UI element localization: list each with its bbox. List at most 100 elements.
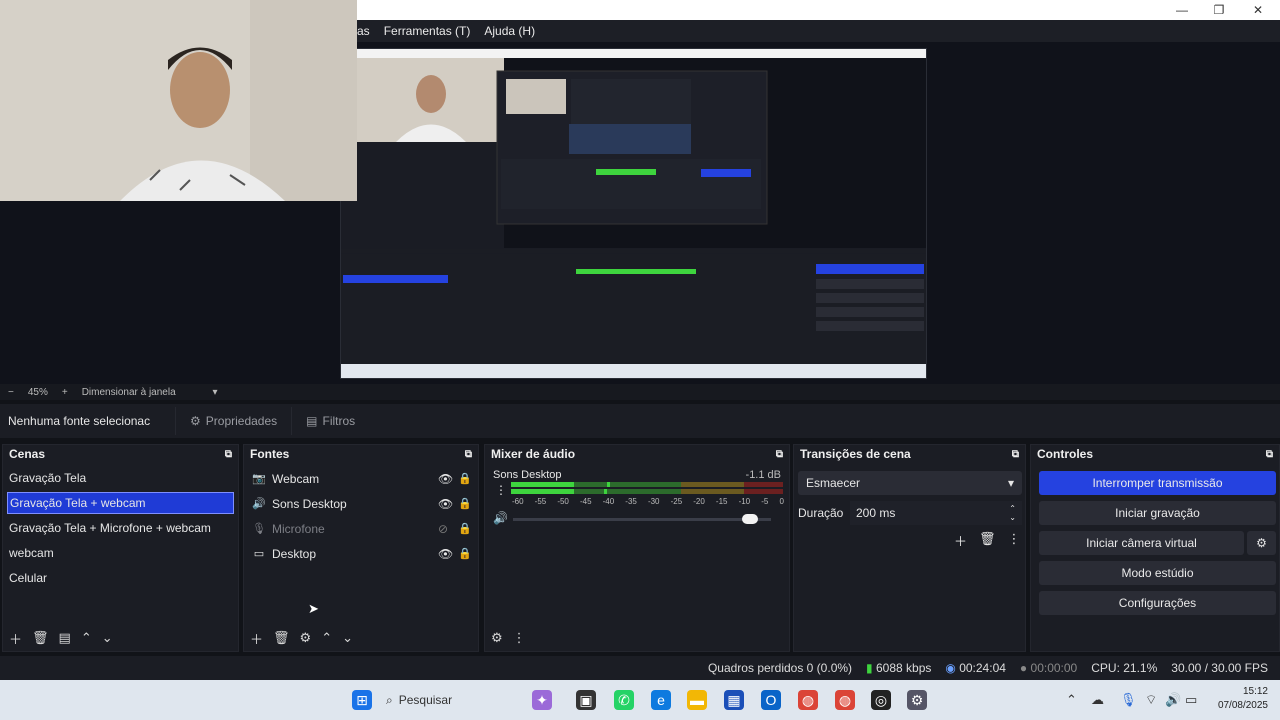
menu-item-help[interactable]: Ajuda (H) — [484, 24, 535, 38]
close-button[interactable]: ✕ — [1250, 2, 1266, 18]
chrome-profile-icon[interactable]: ◍ — [835, 690, 855, 710]
chevron-down-icon: ▾ — [212, 386, 218, 398]
menu-item-tools[interactable]: Ferramentas (T) — [384, 24, 471, 38]
store-icon[interactable]: ▦ — [724, 690, 744, 710]
scene-item-selected[interactable]: Gravação Tela + webcam — [7, 492, 234, 514]
add-icon[interactable]: ＋ — [250, 629, 263, 648]
add-icon[interactable]: ＋ — [954, 531, 967, 550]
controls-dock: Controles ⧉ Interromper transmissão Inic… — [1030, 444, 1280, 652]
filters-button[interactable]: ▤ Filtros — [291, 407, 369, 435]
chevron-up-icon[interactable]: ⌃ — [81, 630, 92, 646]
taskbar-search[interactable]: ⌕ Pesquisar — [386, 688, 516, 712]
trash-icon[interactable]: 🗑 — [273, 630, 290, 646]
bitrate-indicator: ▮ 6088 kbps — [866, 661, 931, 675]
volume-icon[interactable]: 🔊 — [1165, 692, 1181, 708]
cloud-icon[interactable]: ☁ — [1091, 692, 1104, 708]
duration-spinbox[interactable]: 200 ms ⌃ ⌄ — [850, 501, 1022, 525]
taskbar-search-label: Pesquisar — [398, 693, 453, 707]
zoom-in-button[interactable]: + — [62, 387, 68, 398]
source-label: Webcam — [272, 471, 320, 486]
trash-icon[interactable]: 🗑 — [32, 630, 49, 646]
eye-hidden-icon[interactable]: ⊘ — [438, 522, 448, 536]
gear-icon[interactable]: ⚙ — [491, 630, 503, 646]
meter-scale: -60 -55 -50 -45 -40 -35 -30 -25 -20 -15 … — [512, 497, 784, 506]
file-explorer-icon[interactable]: ▬ — [687, 690, 707, 710]
chevron-up-icon[interactable]: ⌃ — [1066, 692, 1077, 708]
undock-icon[interactable]: ⧉ — [465, 449, 472, 460]
scene-item[interactable]: Gravação Tela — [3, 466, 238, 491]
lock-icon[interactable]: 🔒 — [458, 472, 472, 485]
lock-icon[interactable]: 🔒 — [458, 547, 472, 560]
undock-icon[interactable]: ⧉ — [225, 449, 232, 460]
filters-icon[interactable]: ▤ — [59, 630, 71, 646]
source-item-webcam[interactable]: 📷 Webcam 👁 🔒 — [244, 466, 478, 491]
windows-start-icon[interactable]: ⊞ — [352, 690, 372, 710]
mixer-title: Mixer de áudio — [491, 447, 576, 461]
scale-tick: -25 — [670, 497, 683, 506]
eye-icon[interactable]: 👁 — [438, 497, 453, 511]
minimize-button[interactable]: — — [1174, 2, 1190, 18]
eye-icon[interactable]: 👁 — [438, 472, 453, 486]
battery-icon[interactable]: ▭ — [1185, 692, 1197, 708]
controls-title: Controles — [1037, 447, 1094, 461]
maximize-button[interactable]: ❐ — [1211, 2, 1227, 18]
chevron-up-icon[interactable]: ⌃ — [321, 630, 332, 646]
gear-icon[interactable]: ⚙ — [300, 630, 312, 646]
virtual-camera-settings-button[interactable]: ⚙ — [1247, 531, 1276, 555]
microphone-icon[interactable]: 🎙 — [1120, 692, 1137, 708]
scenes-dock: Cenas ⧉ Gravação Tela Gravação Tela + we… — [2, 444, 239, 652]
preview-canvas[interactable] — [340, 48, 927, 379]
taskbar-clock[interactable]: 15:12 07/08/2025 — [1208, 685, 1268, 713]
scale-tick: -15 — [715, 497, 728, 506]
menu-item-partial[interactable]: as — [357, 24, 370, 38]
obs-icon[interactable]: ◎ — [871, 690, 891, 710]
chevron-down-icon[interactable]: ⌄ — [342, 630, 353, 646]
widget-icon[interactable]: ✦ — [532, 690, 552, 710]
source-item-desktop[interactable]: ▭ Desktop 👁 🔒 — [244, 541, 478, 566]
source-item-microphone[interactable]: 🎙 Microfone ⊘ 🔒 — [244, 516, 478, 541]
scene-item[interactable]: Celular — [3, 566, 238, 591]
spin-arrows-icon[interactable]: ⌃ ⌄ — [1009, 504, 1016, 522]
undock-icon[interactable]: ⧉ — [1266, 449, 1273, 460]
properties-button[interactable]: ⚙ Propriedades — [175, 407, 291, 435]
transitions-header: Transições de cena ⧉ — [794, 445, 1025, 463]
zoom-mode-dropdown[interactable]: Dimensionar à janela ▾ — [82, 387, 218, 398]
lock-icon[interactable]: 🔒 — [458, 497, 472, 510]
transition-select[interactable]: Esmaecer ▾ — [798, 471, 1022, 495]
outlook-icon[interactable]: O — [761, 690, 781, 710]
kebab-menu-icon[interactable]: ⋮ — [513, 630, 526, 646]
zoom-out-button[interactable]: − — [8, 387, 14, 398]
virtual-camera-button[interactable]: Iniciar câmera virtual — [1039, 531, 1244, 555]
volume-slider-track[interactable] — [513, 514, 771, 524]
start-recording-button[interactable]: Iniciar gravação — [1039, 501, 1276, 525]
settings-app-icon[interactable]: ⚙ — [907, 690, 927, 710]
scene-item[interactable]: webcam — [3, 541, 238, 566]
wifi-icon[interactable]: ⌔ — [1145, 692, 1157, 708]
scenes-header: Cenas ⧉ — [3, 445, 238, 463]
lock-icon[interactable]: 🔒 — [458, 522, 472, 535]
chevron-down-icon[interactable]: ⌄ — [102, 630, 113, 646]
source-item-desktop-audio[interactable]: 🔊 Sons Desktop 👁 🔒 — [244, 491, 478, 516]
add-icon[interactable]: ＋ — [9, 629, 22, 648]
undock-icon[interactable]: ⧉ — [1012, 449, 1019, 460]
controls-header: Controles ⧉ — [1031, 445, 1279, 463]
eye-icon[interactable]: 👁 — [438, 547, 453, 561]
stream-time: ◉ 00:24:04 — [945, 661, 1006, 675]
whatsapp-icon[interactable]: ✆ — [614, 690, 634, 710]
scale-tick: -55 — [534, 497, 547, 506]
source-label: Sons Desktop — [272, 496, 347, 511]
kebab-menu-icon[interactable]: ⋮ — [495, 483, 507, 497]
stop-stream-button[interactable]: Interromper transmissão — [1039, 471, 1276, 495]
kebab-menu-icon[interactable]: ⋮ — [1008, 531, 1021, 550]
chrome-icon[interactable]: ◍ — [798, 690, 818, 710]
settings-button[interactable]: Configurações — [1039, 591, 1276, 615]
edge-icon[interactable]: e — [651, 690, 671, 710]
undock-icon[interactable]: ⧉ — [776, 449, 783, 460]
scale-tick: -5 — [761, 497, 769, 506]
trash-icon[interactable]: 🗑 — [979, 531, 996, 550]
volume-icon[interactable]: 🔊 — [493, 511, 508, 525]
volume-slider-thumb[interactable] — [742, 514, 759, 524]
task-view-icon[interactable]: ▣ — [576, 690, 596, 710]
scene-item[interactable]: Gravação Tela + Microfone + webcam — [3, 516, 238, 541]
studio-mode-button[interactable]: Modo estúdio — [1039, 561, 1276, 585]
